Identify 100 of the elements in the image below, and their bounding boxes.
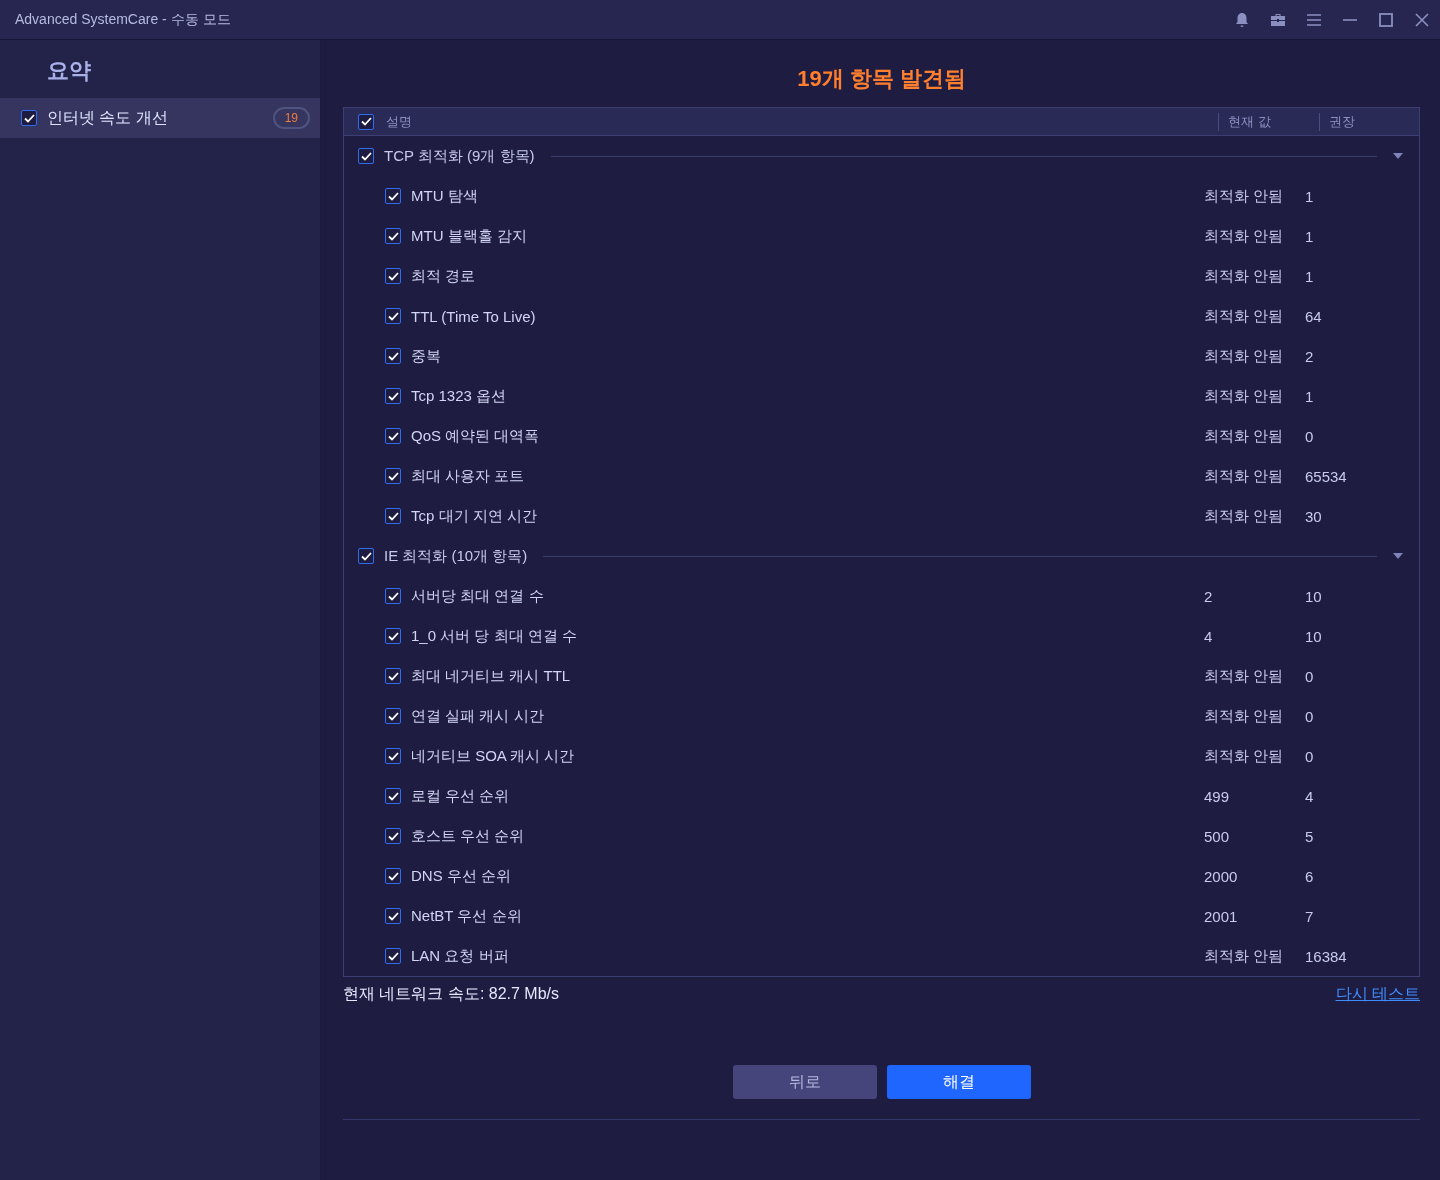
table-row[interactable]: QoS 예약된 대역폭 최적화 안됨 0	[344, 416, 1419, 456]
recommended-value: 10	[1305, 627, 1323, 645]
count-badge: 19	[272, 107, 310, 129]
fix-button[interactable]: 해결	[886, 1065, 1031, 1099]
recommended-value: 0	[1305, 667, 1315, 685]
item-name: Tcp 대기 지연 시간	[411, 506, 538, 526]
results-heading: 19개 항목 발견됨	[796, 65, 967, 93]
checkbox[interactable]	[385, 588, 401, 604]
checkbox[interactable]	[385, 708, 401, 724]
checkbox[interactable]	[385, 908, 401, 924]
checkbox[interactable]	[385, 428, 401, 444]
table-row[interactable]: 최적 경로 최적화 안됨 1	[344, 256, 1419, 296]
item-name: Tcp 1323 옵션	[411, 386, 508, 406]
item-name: DNS 우선 순위	[411, 866, 512, 886]
recommended-value: 16384	[1305, 947, 1348, 965]
current-value: 최적화 안됨	[1204, 306, 1285, 326]
retest-link[interactable]: 다시 테스트	[1335, 983, 1420, 1005]
caret-down-icon[interactable]	[1393, 153, 1403, 159]
current-value: 최적화 안됨	[1204, 506, 1285, 526]
checkbox[interactable]	[385, 668, 401, 684]
table-row[interactable]: Tcp 대기 지연 시간 최적화 안됨 30	[344, 496, 1419, 536]
caret-down-icon[interactable]	[1393, 553, 1403, 559]
checkbox[interactable]	[385, 828, 401, 844]
current-value: 500	[1204, 827, 1231, 845]
table-row[interactable]: 네거티브 SOA 캐시 시간 최적화 안됨 0	[344, 736, 1419, 776]
table-row[interactable]: 중복 최적화 안됨 2	[344, 336, 1419, 376]
current-value: 최적화 안됨	[1204, 666, 1285, 686]
table-row[interactable]: NetBT 우선 순위 2001 7	[344, 896, 1419, 936]
table-row[interactable]: Tcp 1323 옵션 최적화 안됨 1	[344, 376, 1419, 416]
group-label: IE 최적화 (10개 항목)	[384, 546, 528, 566]
checkbox[interactable]	[385, 308, 401, 324]
checkbox[interactable]	[21, 110, 37, 126]
checkbox[interactable]	[358, 113, 374, 130]
recommended-value: 30	[1305, 507, 1323, 525]
checkbox[interactable]	[385, 948, 401, 964]
checkbox[interactable]	[385, 228, 401, 244]
current-value: 최적화 안됨	[1204, 186, 1285, 206]
table-row[interactable]: 서버당 최대 연결 수 2 10	[344, 576, 1419, 616]
checkbox[interactable]	[385, 628, 401, 644]
recommended-value: 0	[1305, 747, 1315, 765]
checkbox[interactable]	[358, 548, 374, 564]
current-value: 499	[1204, 787, 1231, 805]
checkbox[interactable]	[385, 388, 401, 404]
current-value: 2	[1204, 587, 1214, 605]
current-value: 최적화 안됨	[1204, 266, 1285, 286]
recommended-value: 10	[1305, 587, 1323, 605]
checkbox[interactable]	[385, 268, 401, 284]
checkbox[interactable]	[358, 148, 374, 164]
table-row[interactable]: 연결 실패 캐시 시간 최적화 안됨 0	[344, 696, 1419, 736]
sidebar-item[interactable]: 인터넷 속도 개선 19	[0, 98, 320, 138]
column-header: 설명	[385, 112, 413, 131]
current-value: 최적화 안됨	[1204, 346, 1285, 366]
checkbox[interactable]	[385, 868, 401, 884]
table-row[interactable]: LAN 요청 버퍼 최적화 안됨 16384	[344, 936, 1419, 976]
table-row[interactable]: 로컬 우선 순위 499 4	[344, 776, 1419, 816]
table-row[interactable]: 호스트 우선 순위 500 5	[344, 816, 1419, 856]
item-name: LAN 요청 버퍼	[411, 946, 510, 966]
recommended-value: 6	[1305, 867, 1315, 885]
recommended-value: 65534	[1305, 467, 1348, 485]
checkbox[interactable]	[385, 748, 401, 764]
item-name: 로컬 우선 순위	[411, 786, 511, 806]
checkbox[interactable]	[385, 348, 401, 364]
table-row[interactable]: TTL (Time To Live) 최적화 안됨 64	[344, 296, 1419, 336]
sidebar-title: 요약	[46, 57, 92, 85]
checkbox[interactable]	[385, 788, 401, 804]
table-row[interactable]: 최대 사용자 포트 최적화 안됨 65534	[344, 456, 1419, 496]
recommended-value: 2	[1305, 347, 1315, 365]
recommended-value: 4	[1305, 787, 1315, 805]
current-value: 2000	[1204, 867, 1239, 885]
recommended-value: 1	[1305, 187, 1315, 205]
item-name: 최적 경로	[411, 266, 477, 286]
table-row[interactable]: MTU 블랙홀 감지 최적화 안됨 1	[344, 216, 1419, 256]
recommended-value: 5	[1305, 827, 1315, 845]
current-value: 최적화 안됨	[1204, 706, 1285, 726]
checkbox[interactable]	[385, 468, 401, 484]
item-name: 1_0 서버 당 최대 연결 수	[411, 626, 578, 646]
current-value: 최적화 안됨	[1204, 426, 1285, 446]
recommended-value: 1	[1305, 227, 1315, 245]
item-name: 중복	[411, 346, 442, 366]
current-value: 최적화 안됨	[1204, 746, 1285, 766]
current-value: 최적화 안됨	[1204, 466, 1285, 486]
column-header: 현재 값	[1218, 112, 1319, 131]
checkbox[interactable]	[385, 188, 401, 204]
table-row[interactable]: DNS 우선 순위 2000 6	[344, 856, 1419, 896]
group-row[interactable]: IE 최적화 (10개 항목)	[344, 536, 1419, 576]
current-value: 최적화 안됨	[1204, 946, 1285, 966]
checkbox[interactable]	[385, 508, 401, 524]
back-button[interactable]: 뒤로	[732, 1065, 877, 1099]
group-row[interactable]: TCP 최적화 (9개 항목)	[344, 136, 1419, 176]
table-row[interactable]: MTU 탐색 최적화 안됨 1	[344, 176, 1419, 216]
current-value: 4	[1204, 627, 1214, 645]
table-row[interactable]: 최대 네거티브 캐시 TTL 최적화 안됨 0	[344, 656, 1419, 696]
item-name: 최대 네거티브 캐시 TTL	[411, 666, 572, 686]
recommended-value: 0	[1305, 427, 1315, 445]
item-name: TTL (Time To Live)	[411, 307, 537, 325]
table-row[interactable]: 1_0 서버 당 최대 연결 수 4 10	[344, 616, 1419, 656]
current-value: 최적화 안됨	[1204, 386, 1285, 406]
group-label: TCP 최적화 (9개 항목)	[384, 146, 535, 166]
recommended-value: 64	[1305, 307, 1323, 325]
window-title: Advanced SystemCare - 수동 모드	[15, 10, 232, 29]
